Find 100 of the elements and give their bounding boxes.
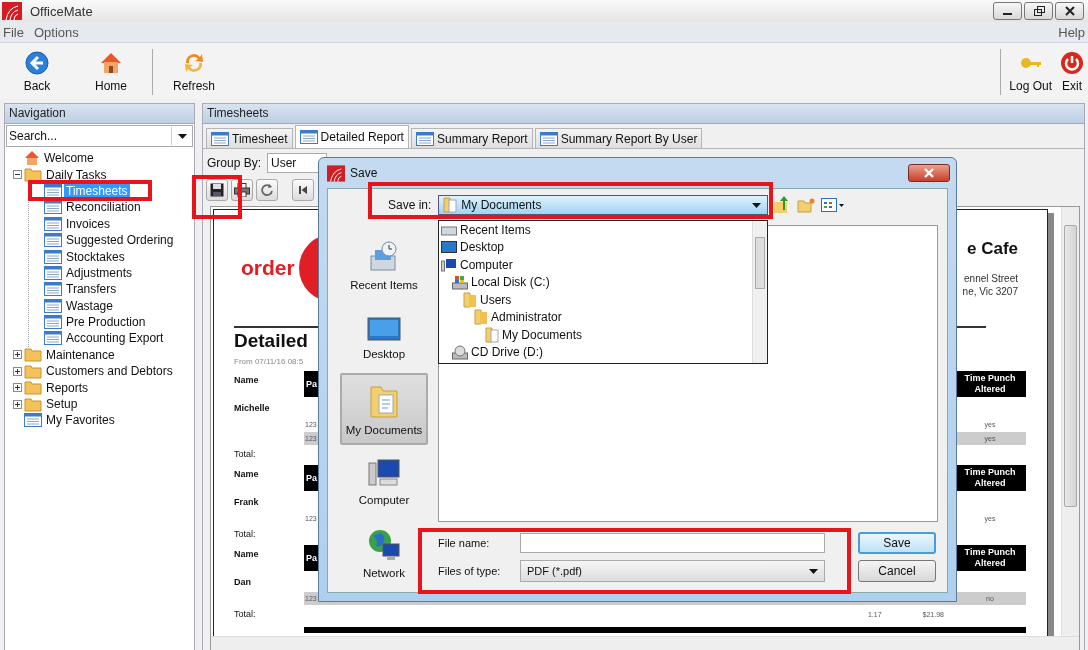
tab[interactable]: Summary Report — [410, 128, 533, 148]
folder-icon — [24, 380, 42, 396]
location-item[interactable]: My Documents — [485, 326, 752, 344]
toolbar-button[interactable]: Exit — [1056, 45, 1088, 99]
folder-icon — [24, 347, 42, 363]
cd-drive-icon — [452, 344, 468, 360]
tree-item[interactable]: Reports — [44, 380, 91, 395]
menu-item[interactable]: Options — [33, 24, 79, 40]
power-icon — [1060, 51, 1084, 75]
view-menu-icon[interactable] — [820, 198, 847, 212]
close-button[interactable] — [908, 164, 950, 182]
place-button[interactable]: Recent Items — [340, 229, 428, 301]
tree-item[interactable]: Maintenance — [44, 347, 117, 362]
tab[interactable]: Detailed Report — [294, 125, 409, 148]
tree-item[interactable]: Suggested Ordering — [64, 233, 176, 248]
person-name: Frank — [234, 497, 260, 507]
menu-item[interactable]: File — [3, 24, 24, 40]
refresh-icon — [260, 183, 274, 197]
person-name: Dan — [234, 577, 252, 587]
tree-item[interactable]: Welcome — [42, 151, 96, 166]
dropdown-arrow-icon[interactable] — [178, 133, 187, 139]
restore-icon — [1032, 6, 1045, 16]
tree-item[interactable]: Invoices — [64, 216, 113, 231]
vertical-scrollbar[interactable] — [1061, 207, 1079, 637]
tree-item[interactable]: Pre Production — [64, 315, 148, 330]
minimize-button[interactable] — [993, 2, 1022, 20]
place-button[interactable]: My Documents — [340, 373, 428, 445]
folder-icon — [474, 309, 488, 326]
address-line: ne, Vic 3207 — [962, 286, 1018, 297]
file-name-field[interactable] — [520, 533, 825, 553]
list-icon — [44, 183, 62, 198]
window-title: OfficeMate — [30, 3, 93, 19]
tree-item[interactable]: Wastage — [64, 298, 115, 313]
tree-item[interactable]: Customers and Debtors — [44, 364, 175, 379]
location-item[interactable]: Local Disk (C:) — [452, 273, 752, 291]
location-item[interactable]: Desktop — [441, 238, 752, 256]
tree-item[interactable]: Setup — [44, 397, 80, 412]
close-icon — [923, 168, 935, 178]
place-button[interactable]: Desktop — [340, 301, 428, 373]
location-item[interactable]: Users — [463, 291, 752, 309]
location-item[interactable]: CD Drive (D:) — [452, 343, 752, 361]
tree-item[interactable]: Stocktakes — [64, 249, 127, 264]
list-icon — [44, 216, 62, 231]
folder-icon — [24, 167, 42, 183]
refresh-button[interactable] — [256, 179, 278, 201]
group-by-field[interactable]: User — [267, 153, 328, 173]
expand-icon[interactable] — [13, 399, 22, 409]
save-button[interactable]: Save — [858, 532, 936, 554]
column-label: Name — [234, 468, 260, 479]
location-item[interactable]: Computer — [441, 256, 752, 274]
tree-item[interactable]: Daily Tasks — [44, 167, 109, 182]
list-icon — [44, 282, 62, 297]
highlight-frame — [192, 175, 242, 219]
place-button[interactable]: Network — [340, 517, 428, 589]
save-in-dropdown[interactable]: My Documents — [438, 195, 769, 215]
toolbar-button[interactable]: Home — [74, 45, 148, 99]
collapse-icon[interactable] — [13, 170, 22, 180]
list-icon — [299, 130, 318, 144]
horizontal-scrollbar[interactable] — [211, 636, 1079, 650]
tree-item[interactable]: Adjustments — [64, 265, 135, 280]
desktop-icon — [441, 240, 457, 255]
close-button[interactable] — [1055, 2, 1084, 20]
tree-item[interactable]: Accounting Export — [64, 331, 166, 346]
tree-item[interactable]: Transfers — [64, 282, 119, 297]
field-label: Files of type: — [438, 565, 502, 577]
toolbar-button[interactable]: Log Out — [1005, 45, 1056, 99]
column-header: Time Punch Altered — [954, 371, 1026, 397]
expand-icon[interactable] — [13, 383, 22, 393]
restore-button[interactable] — [1024, 2, 1053, 20]
close-icon — [1063, 6, 1076, 16]
tree-item[interactable]: My Favorites — [44, 413, 117, 428]
place-button[interactable]: Computer — [340, 445, 428, 517]
expand-icon[interactable] — [13, 366, 22, 376]
toolbar-button[interactable]: Refresh — [157, 45, 231, 99]
file-type-dropdown[interactable]: PDF (*.pdf) — [520, 560, 825, 582]
first-page-button[interactable] — [292, 179, 314, 201]
home-icon — [24, 150, 40, 167]
dropdown-arrow-icon — [752, 202, 762, 208]
column-label: Name — [234, 374, 260, 385]
tree-item[interactable]: Reconciliation — [64, 200, 143, 215]
toolbar-button[interactable]: Back — [0, 45, 74, 99]
field-label: Save in: — [388, 198, 432, 212]
menu-item[interactable]: Help — [1058, 24, 1085, 40]
vertical-scrollbar[interactable] — [752, 221, 767, 363]
list-icon — [44, 315, 62, 330]
list-icon — [211, 131, 229, 146]
tab[interactable]: Timesheet — [206, 128, 293, 148]
save-button[interactable] — [206, 179, 228, 201]
cancel-button[interactable]: Cancel — [858, 560, 936, 582]
field-label: Group By: — [207, 156, 262, 170]
expand-icon[interactable] — [13, 350, 22, 360]
panel-header: Timesheets — [203, 104, 1084, 124]
location-item[interactable]: Administrator — [474, 308, 752, 326]
list-icon — [415, 131, 434, 146]
tab[interactable]: Summary Report By User — [534, 128, 703, 148]
list-icon — [44, 249, 62, 264]
search-field[interactable]: Search... — [6, 125, 193, 147]
desktop-icon — [367, 314, 401, 343]
location-item[interactable]: Recent Items — [441, 221, 752, 239]
folder-icon — [24, 396, 42, 412]
